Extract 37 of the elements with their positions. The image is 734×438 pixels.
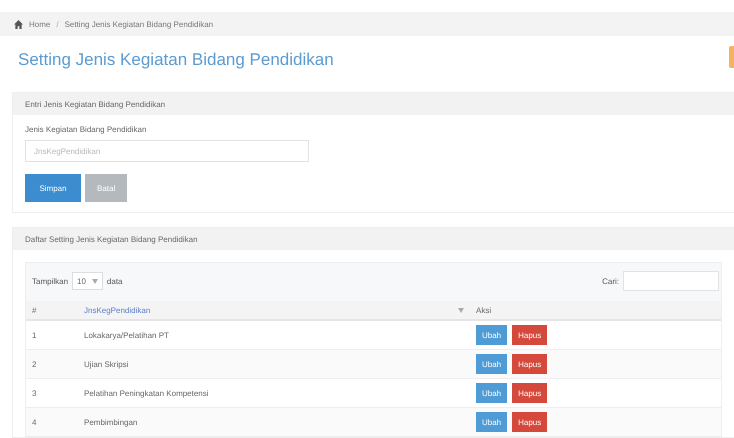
page-size-select[interactable]: 10 <box>72 272 103 290</box>
home-icon <box>14 20 23 28</box>
breadcrumb-link[interactable]: Setting Jenis Kegiatan Bidang Pendidikan <box>64 20 214 28</box>
show-label: Tampilkan <box>32 276 68 286</box>
page-title: Setting Jenis Kegiatan Bidang Pendidikan <box>18 50 334 70</box>
show-suffix: data <box>106 276 122 286</box>
panel-title: Daftar Setting Jenis Kegiatan Bidang Pendidikan <box>25 234 198 244</box>
search-label: Cari: <box>602 276 619 286</box>
table-cell: Pelatihan Peningkatan Kompetensi <box>84 388 209 398</box>
table-cell: Pembimbingan <box>84 418 138 426</box>
table-cell: 2 <box>32 360 36 368</box>
side-tab[interactable] <box>729 46 734 68</box>
input-field[interactable]: JnsKegPendidikan <box>25 140 309 162</box>
search-field[interactable] <box>623 271 719 291</box>
field-label: Jenis Kegiatan Bidang Pendidikan <box>25 125 148 134</box>
table-cell: 4 <box>32 418 36 426</box>
table-cell: 3 <box>32 388 36 398</box>
delete-button[interactable]: Hapus <box>512 412 548 432</box>
column-header: Aksi <box>476 306 492 314</box>
breadcrumb-separator: / <box>56 20 59 28</box>
delete-button[interactable]: Hapus <box>512 383 548 403</box>
breadcrumb-link[interactable]: Home <box>29 20 50 28</box>
panel-title: Entri Jenis Kegiatan Bidang Pendidikan <box>25 100 166 108</box>
save-button[interactable]: Simpan <box>25 174 81 202</box>
edit-button[interactable]: Ubah <box>476 354 508 374</box>
edit-button[interactable]: Ubah <box>476 325 508 345</box>
table-cell: Ujian Skripsi <box>84 360 128 368</box>
column-header: # <box>32 306 36 314</box>
edit-button[interactable]: Ubah <box>476 383 508 403</box>
delete-button[interactable]: Hapus <box>512 354 548 374</box>
column-header[interactable]: JnsKegPendidikan <box>84 306 150 314</box>
table-cell: Lokakarya/Pelatihan PT <box>84 330 169 340</box>
caret-icon <box>92 278 98 284</box>
edit-button[interactable]: Ubah <box>476 412 508 432</box>
sort-icon[interactable] <box>458 308 464 312</box>
delete-button[interactable]: Hapus <box>512 325 548 345</box>
table-cell: 1 <box>32 330 36 340</box>
